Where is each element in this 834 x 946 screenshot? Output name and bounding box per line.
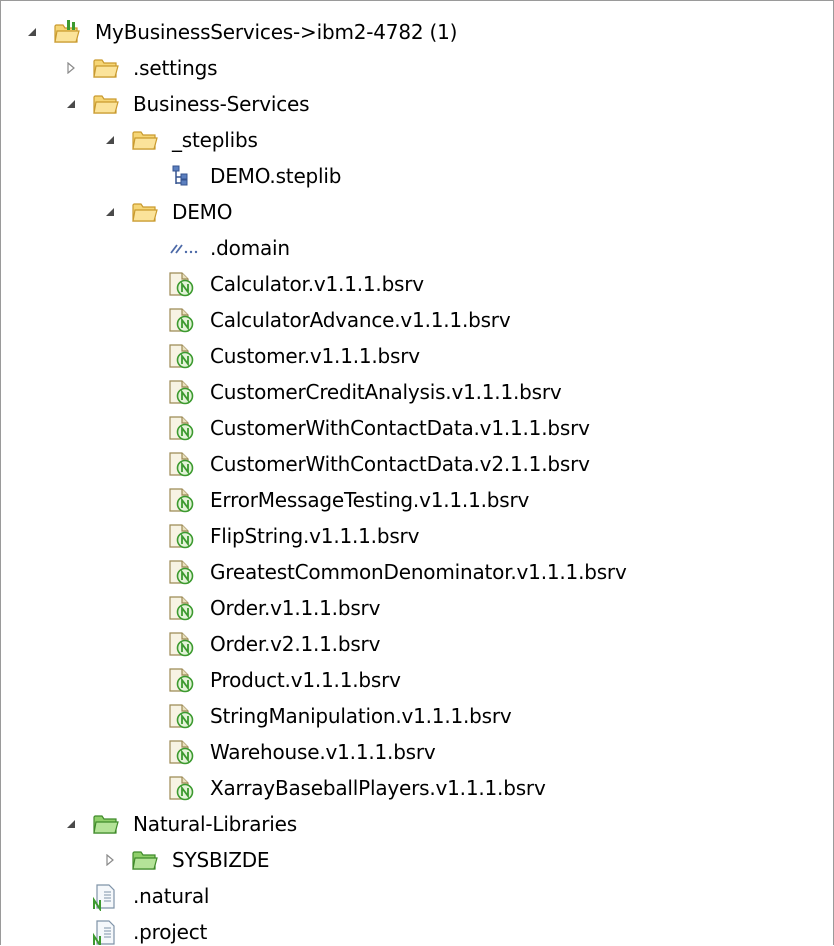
folder-icon [92, 91, 120, 117]
expanded-twisty-icon[interactable] [103, 133, 117, 147]
business-service-icon [167, 271, 195, 297]
folder-icon [131, 127, 159, 153]
tree-item-label: DEMO [172, 200, 233, 224]
business-service-icon [167, 559, 195, 585]
tree-item-project-file[interactable]: .project [1, 914, 833, 945]
project-folder-icon [53, 19, 81, 45]
tree-item-domain[interactable]: .domain [1, 230, 833, 266]
tree-item-label: .natural [133, 884, 210, 908]
tree-item-label: .domain [210, 236, 290, 260]
business-service-icon [167, 487, 195, 513]
business-service-icon [167, 739, 195, 765]
tree-item-label: Order.v1.1.1.bsrv [210, 596, 381, 620]
tree-item-label: Product.v1.1.1.bsrv [210, 668, 401, 692]
expanded-twisty-icon[interactable] [64, 817, 78, 831]
business-service-icon [167, 775, 195, 801]
business-service-icon [167, 343, 195, 369]
business-service-icon [167, 667, 195, 693]
tree-item-sysbizde[interactable]: SYSBIZDE [1, 842, 833, 878]
tree-item-bsrv[interactable]: ErrorMessageTesting.v1.1.1.bsrv [1, 482, 833, 518]
tree-item-settings[interactable]: .settings [1, 50, 833, 86]
tree-item-natural-libraries[interactable]: Natural-Libraries [1, 806, 833, 842]
tree-item-label: .settings [133, 56, 218, 80]
project-tree: MyBusinessServices->ibm2-4782 (1) .setti… [1, 14, 833, 945]
expanded-twisty-icon[interactable] [103, 205, 117, 219]
tree-item-bsrv[interactable]: CustomerWithContactData.v2.1.1.bsrv [1, 446, 833, 482]
tree-item-bsrv[interactable]: FlipString.v1.1.1.bsrv [1, 518, 833, 554]
natural-library-folder-icon [131, 847, 159, 873]
tree-item-label: Calculator.v1.1.1.bsrv [210, 272, 424, 296]
business-service-icon [167, 523, 195, 549]
natural-file-icon [92, 883, 120, 913]
business-service-icon [167, 631, 195, 657]
tree-item-label: Order.v2.1.1.bsrv [210, 632, 381, 656]
tree-item-bsrv[interactable]: Customer.v1.1.1.bsrv [1, 338, 833, 374]
collapsed-twisty-icon[interactable] [64, 61, 78, 75]
expanded-twisty-icon[interactable] [64, 97, 78, 111]
business-service-icon [167, 595, 195, 621]
tree-item-demo[interactable]: DEMO [1, 194, 833, 230]
business-service-icon [167, 379, 195, 405]
tree-item-bsrv[interactable]: CustomerWithContactData.v1.1.1.bsrv [1, 410, 833, 446]
tree-item-label: ErrorMessageTesting.v1.1.1.bsrv [210, 488, 530, 512]
tree-item-label: StringManipulation.v1.1.1.bsrv [210, 704, 512, 728]
project-explorer-panel: MyBusinessServices->ibm2-4782 (1) .setti… [0, 0, 834, 945]
folder-icon [131, 199, 159, 225]
tree-item-label: DEMO.steplib [210, 164, 342, 188]
collapsed-twisty-icon[interactable] [103, 853, 117, 867]
folder-icon [92, 55, 120, 81]
tree-item-business-services[interactable]: Business-Services [1, 86, 833, 122]
expanded-twisty-icon[interactable] [25, 25, 39, 39]
natural-library-folder-icon [92, 811, 120, 837]
tree-item-bsrv[interactable]: XarrayBaseballPlayers.v1.1.1.bsrv [1, 770, 833, 806]
domain-icon [169, 235, 198, 261]
business-service-icon [167, 415, 195, 441]
tree-item-label: _steplibs [172, 128, 258, 152]
tree-item-bsrv[interactable]: Warehouse.v1.1.1.bsrv [1, 734, 833, 770]
tree-item-label: CustomerCreditAnalysis.v1.1.1.bsrv [210, 380, 562, 404]
tree-item-label: GreatestCommonDenominator.v1.1.1.bsrv [210, 560, 627, 584]
tree-item-demo-steplib[interactable]: DEMO.steplib [1, 158, 833, 194]
tree-item-label: XarrayBaseballPlayers.v1.1.1.bsrv [210, 776, 546, 800]
tree-item-bsrv[interactable]: StringManipulation.v1.1.1.bsrv [1, 698, 833, 734]
tree-item-bsrv[interactable]: CustomerCreditAnalysis.v1.1.1.bsrv [1, 374, 833, 410]
tree-item-bsrv[interactable]: Calculator.v1.1.1.bsrv [1, 266, 833, 302]
tree-item-bsrv[interactable]: GreatestCommonDenominator.v1.1.1.bsrv [1, 554, 833, 590]
tree-item-label: Natural-Libraries [133, 812, 297, 836]
tree-item-label: CustomerWithContactData.v1.1.1.bsrv [210, 416, 590, 440]
natural-file-icon [92, 919, 120, 945]
tree-item-label: SYSBIZDE [172, 848, 270, 872]
tree-item-label: CustomerWithContactData.v2.1.1.bsrv [210, 452, 590, 476]
tree-item-label: Warehouse.v1.1.1.bsrv [210, 740, 436, 764]
tree-item-steplibs[interactable]: _steplibs [1, 122, 833, 158]
business-service-icon [167, 307, 195, 333]
tree-item-label: Business-Services [133, 92, 310, 116]
business-service-icon [167, 451, 195, 477]
tree-item-label: .project [133, 920, 208, 944]
tree-item-label: CalculatorAdvance.v1.1.1.bsrv [210, 308, 511, 332]
tree-item-root[interactable]: MyBusinessServices->ibm2-4782 (1) [1, 14, 833, 50]
tree-item-label: Customer.v1.1.1.bsrv [210, 344, 420, 368]
tree-item-natural-file[interactable]: .natural [1, 878, 833, 914]
tree-item-bsrv[interactable]: Order.v2.1.1.bsrv [1, 626, 833, 662]
steplib-icon [169, 163, 197, 189]
tree-item-bsrv[interactable]: CalculatorAdvance.v1.1.1.bsrv [1, 302, 833, 338]
tree-item-label: FlipString.v1.1.1.bsrv [210, 524, 420, 548]
business-service-icon [167, 703, 195, 729]
tree-item-bsrv[interactable]: Order.v1.1.1.bsrv [1, 590, 833, 626]
tree-item-label: MyBusinessServices->ibm2-4782 (1) [95, 20, 458, 44]
tree-item-bsrv[interactable]: Product.v1.1.1.bsrv [1, 662, 833, 698]
